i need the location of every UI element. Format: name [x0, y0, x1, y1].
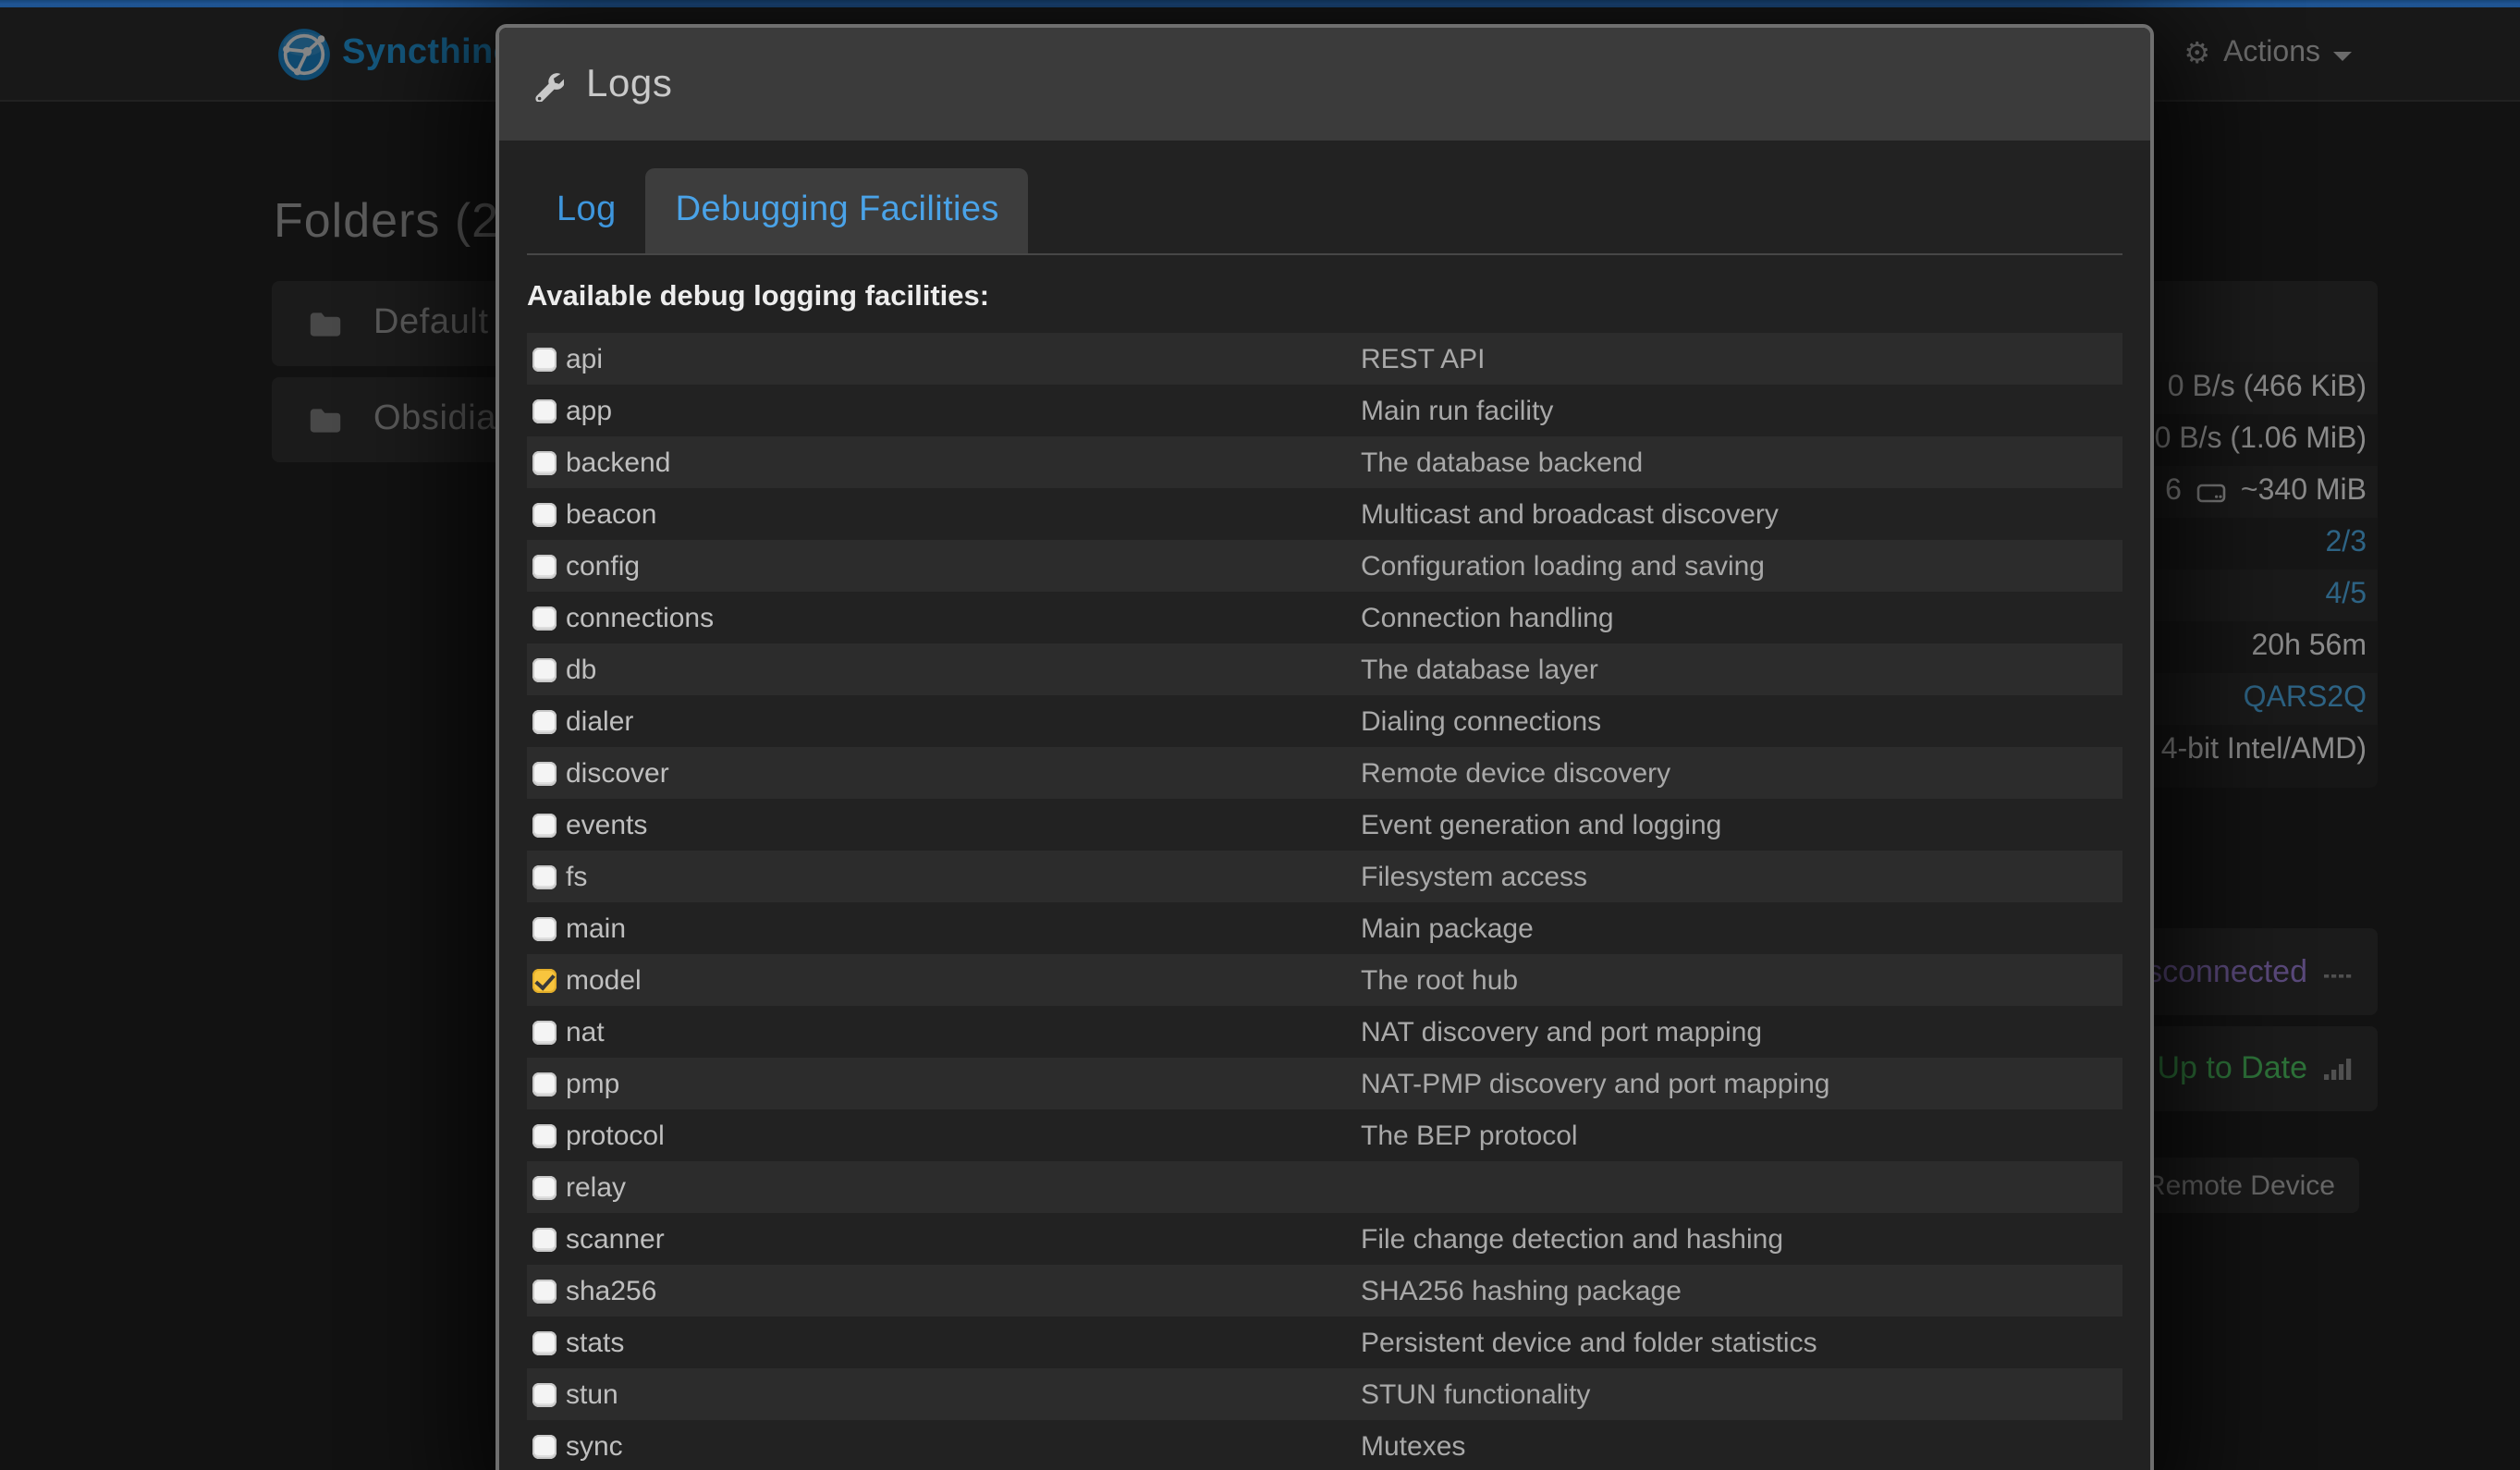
facility-description: File change detection and hashing: [1361, 1223, 1783, 1255]
facility-name: pmp: [566, 1068, 619, 1099]
facility-description: Remote device discovery: [1361, 757, 1670, 789]
facility-name: beacon: [566, 498, 656, 530]
wrench-icon: [531, 67, 564, 101]
facility-name: model: [566, 964, 642, 996]
facility-checkbox-protocol[interactable]: [532, 1123, 557, 1147]
facility-name: main: [566, 913, 626, 944]
facility-row-db: db The database layer: [527, 643, 2122, 695]
facility-row-events: events Event generation and logging: [527, 799, 2122, 851]
facility-description: Connection handling: [1361, 602, 1614, 633]
facility-row-discover: discover Remote device discovery: [527, 747, 2122, 799]
facility-checkbox-events[interactable]: [532, 813, 557, 837]
facility-checkbox-relay[interactable]: [532, 1175, 557, 1199]
facility-description: Multicast and broadcast discovery: [1361, 498, 1779, 530]
logs-modal-body: LogDebugging Facilities Available debug …: [499, 141, 2150, 1470]
facility-description: SHA256 hashing package: [1361, 1275, 1682, 1306]
facility-description: The root hub: [1361, 964, 1518, 996]
tab-log[interactable]: Log: [527, 168, 646, 253]
facility-description: Main package: [1361, 913, 1534, 944]
facility-row-backend: backend The database backend: [527, 436, 2122, 488]
facility-row-app: app Main run facility: [527, 385, 2122, 436]
facility-name: api: [566, 343, 603, 374]
facility-row-main: main Main package: [527, 902, 2122, 954]
facility-checkbox-backend[interactable]: [532, 450, 557, 474]
logs-modal: Logs LogDebugging Facilities Available d…: [495, 24, 2154, 1470]
facility-description: Mutexes: [1361, 1430, 1465, 1462]
facility-name: sync: [566, 1430, 623, 1462]
facility-description: The BEP protocol: [1361, 1120, 1578, 1151]
facility-checkbox-model[interactable]: [532, 968, 557, 992]
facility-description: STUN functionality: [1361, 1378, 1590, 1410]
facility-row-stun: stun STUN functionality: [527, 1368, 2122, 1420]
tab-debugging-facilities[interactable]: Debugging Facilities: [646, 168, 1029, 253]
facilities-table: api REST API app Main run facility backend Th…: [527, 333, 2122, 1470]
logs-tabs: LogDebugging Facilities: [527, 170, 2122, 255]
facility-checkbox-discover[interactable]: [532, 761, 557, 785]
facility-checkbox-connections[interactable]: [532, 606, 557, 630]
facility-name: discover: [566, 757, 669, 789]
facility-row-connections: connections Connection handling: [527, 592, 2122, 643]
facility-checkbox-scanner[interactable]: [532, 1227, 557, 1251]
facility-name: db: [566, 654, 596, 685]
facility-description: REST API: [1361, 343, 1486, 374]
facility-name: sha256: [566, 1275, 656, 1306]
facility-checkbox-pmp[interactable]: [532, 1072, 557, 1096]
facility-name: backend: [566, 447, 670, 478]
facility-checkbox-app[interactable]: [532, 398, 557, 423]
facility-checkbox-api[interactable]: [532, 347, 557, 371]
facility-name: stun: [566, 1378, 618, 1410]
facility-description: Persistent device and folder statistics: [1361, 1327, 1817, 1358]
facility-name: scanner: [566, 1223, 665, 1255]
facility-checkbox-main[interactable]: [532, 916, 557, 940]
facility-description: The database layer: [1361, 654, 1598, 685]
facility-name: protocol: [566, 1120, 665, 1151]
facility-name: connections: [566, 602, 714, 633]
facility-name: stats: [566, 1327, 624, 1358]
facility-row-pmp: pmp NAT-PMP discovery and port mapping: [527, 1058, 2122, 1109]
facility-row-nat: nat NAT discovery and port mapping: [527, 1006, 2122, 1058]
facility-row-scanner: scanner File change detection and hashing: [527, 1213, 2122, 1265]
facility-row-config: config Configuration loading and saving: [527, 540, 2122, 592]
facility-row-stats: stats Persistent device and folder statis…: [527, 1317, 2122, 1368]
facility-row-dialer: dialer Dialing connections: [527, 695, 2122, 747]
facility-row-model: model The root hub: [527, 954, 2122, 1006]
facility-checkbox-sha256[interactable]: [532, 1279, 557, 1303]
facility-checkbox-stun[interactable]: [532, 1382, 557, 1406]
facility-checkbox-dialer[interactable]: [532, 709, 557, 733]
facility-name: dialer: [566, 705, 633, 737]
facility-row-sync: sync Mutexes: [527, 1420, 2122, 1470]
facility-description: Dialing connections: [1361, 705, 1601, 737]
facility-description: The database backend: [1361, 447, 1643, 478]
facilities-label: Available debug logging facilities:: [527, 281, 2122, 314]
facility-row-sha256: sha256 SHA256 hashing package: [527, 1265, 2122, 1317]
facility-name: relay: [566, 1171, 626, 1203]
facility-checkbox-beacon[interactable]: [532, 502, 557, 526]
facility-row-api: api REST API: [527, 333, 2122, 385]
facility-description: Event generation and logging: [1361, 809, 1721, 840]
facility-name: config: [566, 550, 640, 582]
facility-checkbox-nat[interactable]: [532, 1020, 557, 1044]
facility-row-relay: relay: [527, 1161, 2122, 1213]
facility-name: app: [566, 395, 612, 426]
facility-row-protocol: protocol The BEP protocol: [527, 1109, 2122, 1161]
facility-name: events: [566, 809, 647, 840]
facility-checkbox-config[interactable]: [532, 554, 557, 578]
facility-name: fs: [566, 861, 587, 892]
facility-row-beacon: beacon Multicast and broadcast discovery: [527, 488, 2122, 540]
facility-checkbox-stats[interactable]: [532, 1330, 557, 1354]
facility-checkbox-fs[interactable]: [532, 864, 557, 888]
facility-description: Main run facility: [1361, 395, 1553, 426]
facility-description: Configuration loading and saving: [1361, 550, 1765, 582]
facility-description: NAT-PMP discovery and port mapping: [1361, 1068, 1829, 1099]
screenshot-stage: Syncthing ⚙ Actions Folders (2) DefaultO…: [0, 0, 2520, 1470]
facility-checkbox-db[interactable]: [532, 657, 557, 681]
modal-title: Logs: [586, 62, 673, 106]
facility-row-fs: fs Filesystem access: [527, 851, 2122, 902]
logs-modal-header: Logs: [499, 28, 2150, 141]
facility-name: nat: [566, 1016, 605, 1047]
facility-description: Filesystem access: [1361, 861, 1587, 892]
facility-checkbox-sync[interactable]: [532, 1434, 557, 1458]
facility-description: NAT discovery and port mapping: [1361, 1016, 1762, 1047]
